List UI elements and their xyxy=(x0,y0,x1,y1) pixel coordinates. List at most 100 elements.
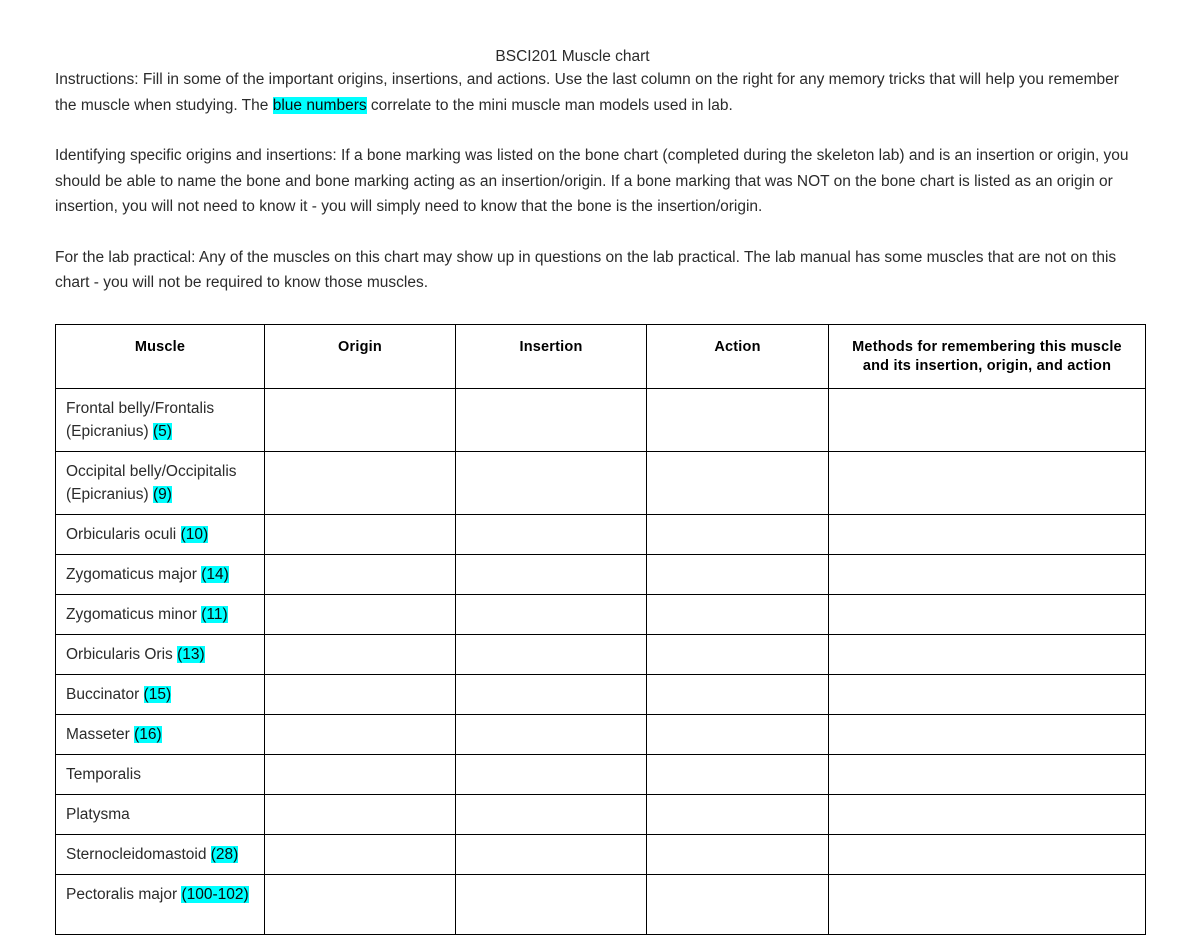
muscle-name-label: Sternocleidomastoid xyxy=(66,845,211,863)
insertion-cell[interactable] xyxy=(455,833,647,875)
muscle-model-number-highlight: (5) xyxy=(153,422,172,440)
column-header-methods-line2: and its insertion, origin, and action xyxy=(862,357,1112,374)
origin-cell[interactable] xyxy=(264,713,456,755)
muscle-name-cell: Masseter (16) xyxy=(55,713,265,755)
origin-cell[interactable] xyxy=(264,793,456,835)
table-row: Sternocleidomastoid (28) xyxy=(55,833,1146,875)
action-cell[interactable] xyxy=(646,833,829,875)
table-row: Zygomaticus major (14) xyxy=(55,553,1146,595)
methods-cell[interactable] xyxy=(828,873,1146,935)
action-cell[interactable] xyxy=(646,450,829,515)
origin-cell[interactable] xyxy=(264,873,456,935)
muscle-name-label: Occipital belly/Occipitalis (Epicranius) xyxy=(66,462,237,503)
muscle-chart-table-wrapper: Muscle Origin Insertion Action Methods f… xyxy=(55,323,1146,935)
origin-cell[interactable] xyxy=(264,553,456,595)
action-cell[interactable] xyxy=(646,593,829,635)
table-header-row: Muscle Origin Insertion Action Methods f… xyxy=(55,323,1146,389)
column-header-methods: Methods for remembering this muscle and i… xyxy=(828,323,1146,389)
muscle-name-cell: Zygomaticus major (14) xyxy=(55,553,265,595)
column-header-methods-line1: Methods for remembering this muscle xyxy=(852,338,1122,355)
table-row: Buccinator (15) xyxy=(55,673,1146,715)
action-cell[interactable] xyxy=(646,873,829,935)
insertion-cell[interactable] xyxy=(455,633,647,675)
methods-cell[interactable] xyxy=(828,753,1146,795)
muscle-name-label: Zygomaticus major xyxy=(66,565,202,583)
insertion-cell[interactable] xyxy=(455,753,647,795)
insertion-cell[interactable] xyxy=(455,713,647,755)
origin-cell[interactable] xyxy=(264,513,456,555)
table-row: Zygomaticus minor (11) xyxy=(55,593,1146,635)
table-row: Pectoralis major (100-102) xyxy=(55,873,1146,935)
origin-cell[interactable] xyxy=(264,593,456,635)
muscle-name-cell: Zygomaticus minor (11) xyxy=(55,593,265,635)
muscle-model-number-highlight: (13) xyxy=(177,645,205,663)
action-cell[interactable] xyxy=(646,633,829,675)
methods-cell[interactable] xyxy=(828,833,1146,875)
muscle-name-label: Zygomaticus minor xyxy=(66,605,202,623)
action-cell[interactable] xyxy=(646,387,829,452)
insertion-cell[interactable] xyxy=(455,673,647,715)
muscle-name-cell: Sternocleidomastoid (28) xyxy=(55,833,265,875)
methods-cell[interactable] xyxy=(828,387,1146,452)
muscle-chart-table: Muscle Origin Insertion Action Methods f… xyxy=(55,323,1146,935)
methods-cell[interactable] xyxy=(828,513,1146,555)
action-cell[interactable] xyxy=(646,673,829,715)
table-row: Occipital belly/Occipitalis (Epicranius)… xyxy=(55,450,1146,515)
action-cell[interactable] xyxy=(646,513,829,555)
muscle-name-label: Frontal belly/Frontalis (Epicranius) xyxy=(66,399,215,440)
muscle-name-cell: Buccinator (15) xyxy=(55,673,265,715)
instructions-text-after-highlight: correlate to the mini muscle man models … xyxy=(366,96,733,114)
table-row: Temporalis xyxy=(55,753,1146,795)
table-row: Orbicularis oculi (10) xyxy=(55,513,1146,555)
muscle-model-number-highlight: (15) xyxy=(143,685,172,703)
muscle-name-label: Buccinator xyxy=(66,685,144,703)
muscle-model-number-highlight: (14) xyxy=(201,565,229,583)
muscle-name-cell: Orbicularis Oris (13) xyxy=(55,633,265,675)
insertion-cell[interactable] xyxy=(455,553,647,595)
insertion-cell[interactable] xyxy=(455,450,647,515)
table-body: Frontal belly/Frontalis (Epicranius) (5)… xyxy=(55,387,1146,935)
insertion-cell[interactable] xyxy=(455,873,647,935)
muscle-model-number-highlight: (28) xyxy=(210,845,239,863)
methods-cell[interactable] xyxy=(828,713,1146,755)
muscle-name-cell: Temporalis xyxy=(55,753,265,795)
origin-cell[interactable] xyxy=(264,833,456,875)
insertion-cell[interactable] xyxy=(455,513,647,555)
column-header-insertion: Insertion xyxy=(455,323,647,389)
muscle-name-label: Orbicularis oculi xyxy=(66,525,181,543)
methods-cell[interactable] xyxy=(828,633,1146,675)
origin-cell[interactable] xyxy=(264,450,456,515)
muscle-name-cell: Frontal belly/Frontalis (Epicranius) (5) xyxy=(55,387,265,452)
methods-cell[interactable] xyxy=(828,593,1146,635)
muscle-name-cell: Pectoralis major (100-102) xyxy=(55,873,265,935)
origin-cell[interactable] xyxy=(264,673,456,715)
muscle-name-cell: Orbicularis oculi (10) xyxy=(55,513,265,555)
methods-cell[interactable] xyxy=(828,450,1146,515)
table-row: Masseter (16) xyxy=(55,713,1146,755)
paragraph-identifying-origins-insertions: Identifying specific origins and inserti… xyxy=(55,147,1129,215)
action-cell[interactable] xyxy=(646,713,829,755)
action-cell[interactable] xyxy=(646,753,829,795)
methods-cell[interactable] xyxy=(828,553,1146,595)
methods-cell[interactable] xyxy=(828,673,1146,715)
muscle-model-number-highlight: (10) xyxy=(180,525,209,543)
muscle-name-label: Temporalis xyxy=(66,765,141,783)
muscle-model-number-highlight: (100-102) xyxy=(181,885,249,903)
document-page: BSCI201 Muscle chart Instructions: Fill … xyxy=(0,0,1200,935)
origin-cell[interactable] xyxy=(264,387,456,452)
table-row: Orbicularis Oris (13) xyxy=(55,633,1146,675)
column-header-muscle: Muscle xyxy=(55,323,265,389)
page-title: BSCI201 Muscle chart xyxy=(495,48,650,65)
origin-cell[interactable] xyxy=(264,633,456,675)
muscle-model-number-highlight: (11) xyxy=(201,605,228,623)
table-row: Platysma xyxy=(55,793,1146,835)
origin-cell[interactable] xyxy=(264,753,456,795)
action-cell[interactable] xyxy=(646,793,829,835)
insertion-cell[interactable] xyxy=(455,387,647,452)
paragraph-instructions: Instructions: Fill in some of the import… xyxy=(55,67,1138,118)
column-header-action: Action xyxy=(646,323,829,389)
insertion-cell[interactable] xyxy=(455,593,647,635)
action-cell[interactable] xyxy=(646,553,829,595)
insertion-cell[interactable] xyxy=(455,793,647,835)
methods-cell[interactable] xyxy=(828,793,1146,835)
